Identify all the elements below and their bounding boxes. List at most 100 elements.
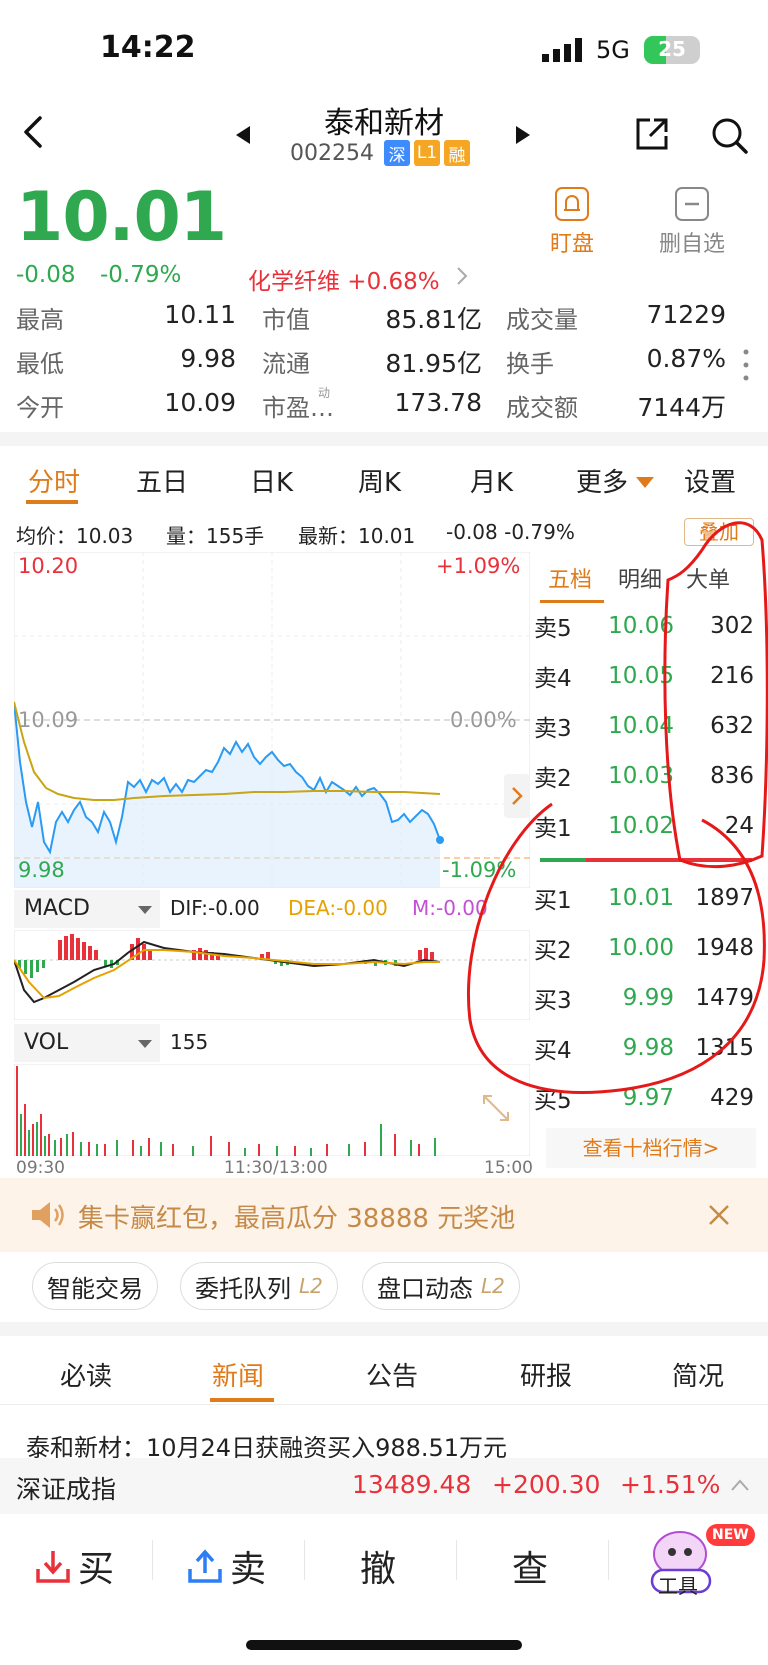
sector-link[interactable]: 化学纤维 +0.68% — [248, 262, 440, 296]
news-tab-research[interactable]: 研报 — [520, 1356, 572, 1393]
home-indicator — [246, 1640, 522, 1650]
stock-code: 002254 — [290, 140, 374, 166]
news-tab-must-read[interactable]: 必读 — [60, 1356, 112, 1393]
query-button[interactable]: 查 — [512, 1540, 548, 1592]
battery-icon: 25 — [644, 36, 700, 64]
tab-weekly-k[interactable]: 周K — [358, 462, 401, 499]
divider — [608, 1540, 609, 1580]
tab-settings[interactable]: 设置 — [684, 462, 736, 499]
stat-label-turnover: 换手 — [506, 350, 554, 378]
stat-label-float: 流通 — [262, 350, 310, 378]
sell-button[interactable]: 卖 — [186, 1540, 266, 1592]
search-icon[interactable] — [710, 116, 750, 160]
index-name: 深证成指 — [16, 1475, 117, 1504]
tools-button[interactable]: 工具 NEW — [644, 1524, 755, 1600]
download-icon — [36, 1551, 70, 1583]
l2-badge: L2 — [481, 1274, 505, 1298]
dif-value: DIF:-0.00 — [170, 896, 260, 920]
cancel-order-button[interactable]: 撤 — [360, 1540, 396, 1592]
axis-mid-price: 10.09 — [18, 708, 79, 732]
tab-five-day[interactable]: 五日 — [136, 462, 188, 499]
margin-tag: 融 — [443, 140, 470, 166]
more-dots-icon[interactable] — [742, 348, 750, 382]
new-badge: NEW — [706, 1524, 755, 1546]
news-tab-announcements[interactable]: 公告 — [366, 1356, 418, 1393]
vol-value: 155 — [170, 1030, 209, 1054]
stat-label-amount: 成交额 — [506, 394, 578, 422]
buy-button[interactable]: 买 — [34, 1540, 114, 1592]
time-mid: 11:30/13:00 — [224, 1158, 328, 1178]
index-change: +200.30 — [492, 1470, 601, 1499]
close-icon[interactable] — [708, 1204, 730, 1226]
chevron-up-icon[interactable] — [730, 1478, 750, 1492]
pe-dynamic-tag: 动 — [318, 386, 331, 400]
section-divider — [0, 1322, 768, 1336]
stat-value-open: 10.09 — [164, 388, 236, 417]
news-tab-profile[interactable]: 简况 — [672, 1356, 724, 1393]
avg-price-info: 均价：10.03 — [16, 524, 134, 548]
index-change-pct: +1.51% — [620, 1470, 721, 1499]
order-queue-button[interactable]: 委托队列 L2 — [180, 1262, 338, 1310]
stat-label-market-cap: 市值 — [262, 306, 310, 334]
tab-monthly-k[interactable]: 月K — [470, 462, 513, 499]
time-end: 15:00 — [484, 1158, 533, 1178]
speaker-icon — [32, 1202, 64, 1228]
signal-icon — [542, 38, 586, 62]
time-start: 09:30 — [16, 1158, 65, 1178]
macd-selector[interactable]: MACD — [14, 890, 160, 928]
remove-label: 删自选 — [658, 232, 725, 257]
cancel-label: 撤 — [360, 1549, 397, 1590]
market-tag: 深 — [383, 140, 410, 166]
stat-value-low: 9.98 — [180, 344, 236, 373]
upload-icon — [188, 1549, 222, 1583]
watch-button[interactable]: 盯盘 — [544, 186, 600, 258]
index-value: 13489.48 — [352, 1470, 472, 1499]
remove-watchlist-button[interactable]: 删自选 — [652, 186, 732, 258]
banner-text: 集卡赢红包，最高瓜分 38888 元奖池 — [78, 1204, 516, 1234]
query-label: 查 — [512, 1549, 549, 1590]
section-divider — [0, 432, 768, 446]
price-change: -0.08 — [16, 262, 76, 288]
share-icon[interactable] — [634, 116, 670, 156]
tab-more[interactable]: 更多 — [576, 462, 628, 499]
news-tab-news[interactable]: 新闻 — [212, 1356, 264, 1393]
tab-daily-k[interactable]: 日K — [250, 462, 293, 499]
dea-value: DEA:-0.00 — [288, 896, 388, 920]
annotation-circles — [467, 521, 768, 1094]
more-dropdown-icon — [636, 474, 654, 493]
order-book-dynamics-button[interactable]: 盘口动态 L2 — [362, 1262, 520, 1310]
current-price: 10.01 — [16, 178, 227, 257]
minus-box-icon — [675, 187, 709, 221]
vol-label: VOL — [24, 1030, 69, 1055]
divider — [456, 1540, 457, 1580]
stats-grid: 最高 10.11 市值 85.81亿 成交量 71229 最低 9.98 流通 … — [0, 300, 768, 430]
tab-active-indicator — [26, 500, 78, 504]
index-ticker-bar[interactable]: 深证成指 13489.48 +200.30 +1.51% — [0, 1458, 768, 1514]
vol-selector[interactable]: VOL — [14, 1024, 160, 1062]
status-time: 14:22 — [100, 30, 196, 65]
stat-value-volume: 71229 — [646, 300, 726, 329]
watch-label: 盯盘 — [549, 232, 594, 257]
buy-label: 买 — [78, 1549, 115, 1590]
axis-top-price: 10.20 — [18, 554, 79, 578]
price-change-pct: -0.79% — [100, 262, 182, 288]
network-type: 5G — [596, 36, 630, 64]
chevron-right-icon — [456, 266, 468, 290]
divider — [152, 1540, 153, 1580]
divider — [304, 1540, 305, 1580]
stat-label-volume: 成交量 — [506, 306, 578, 334]
tools-label: 工具 — [658, 1574, 698, 1598]
promo-banner[interactable]: 集卡赢红包，最高瓜分 38888 元奖池 — [0, 1178, 768, 1252]
tab-intraday[interactable]: 分时 — [28, 462, 80, 499]
stat-label-open: 今开 — [16, 394, 64, 422]
next-stock-icon[interactable] — [516, 126, 530, 148]
axis-bottom-price: 9.98 — [18, 858, 65, 882]
smart-trade-button[interactable]: 智能交易 — [32, 1262, 158, 1310]
divider — [0, 1404, 768, 1405]
stat-value-turnover: 0.87% — [646, 344, 726, 373]
stat-value-amount: 7144万 — [637, 393, 726, 422]
stat-value-float: 81.95亿 — [385, 349, 482, 378]
stat-value-market-cap: 85.81亿 — [385, 305, 482, 334]
level-tag: L1 — [413, 140, 440, 166]
stat-label-low: 最低 — [16, 350, 64, 378]
